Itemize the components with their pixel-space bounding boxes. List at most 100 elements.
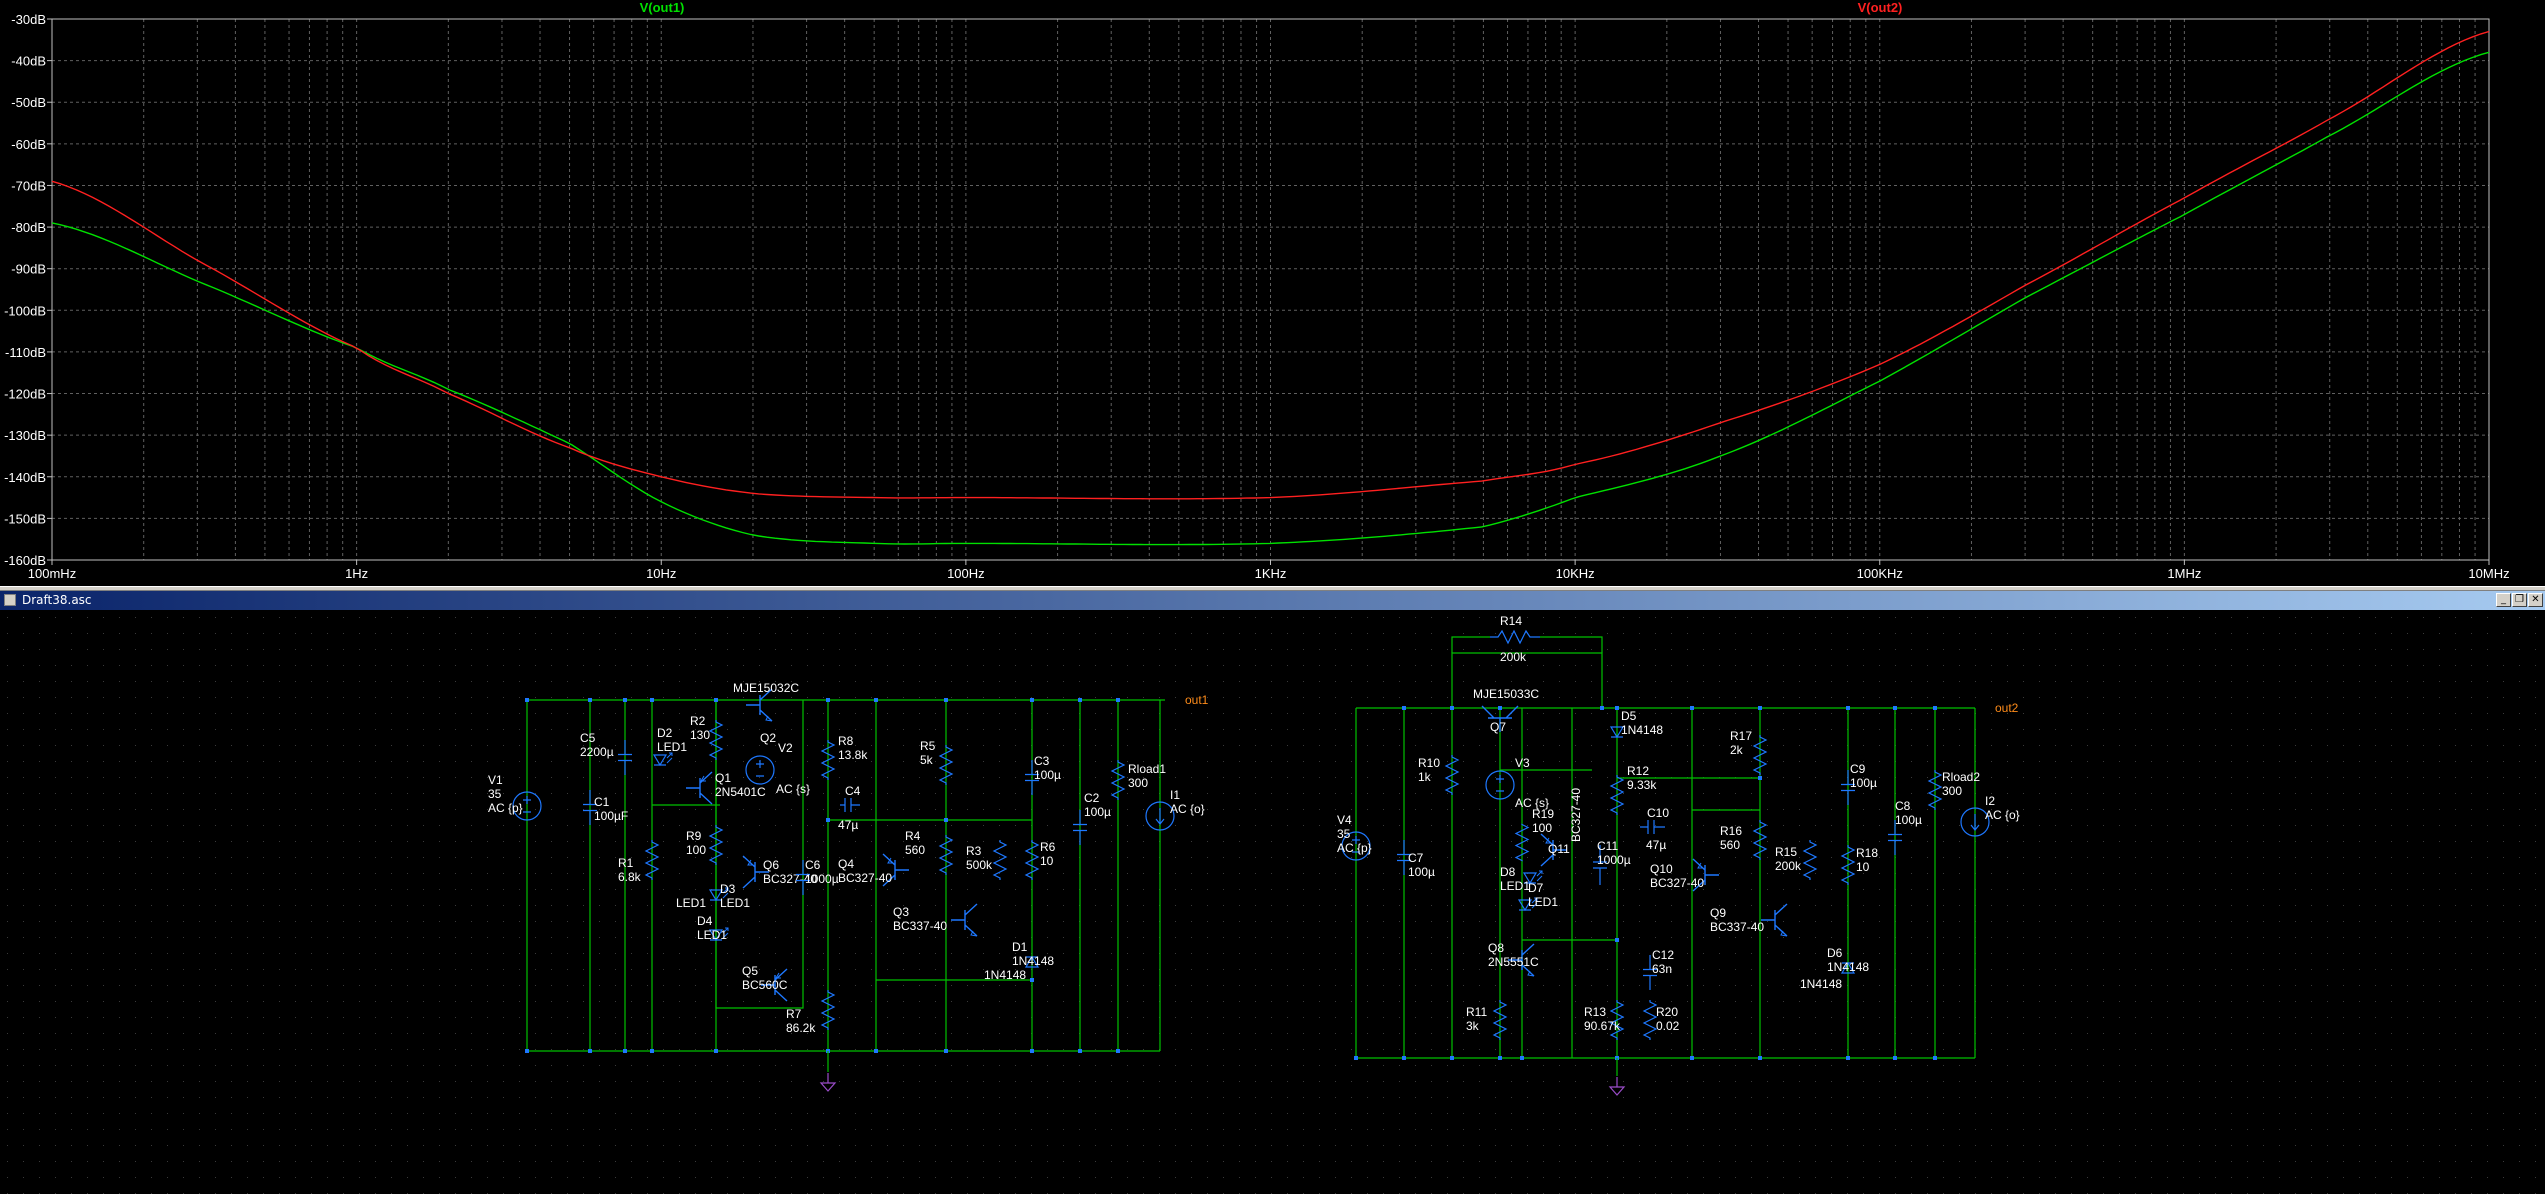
component-label: 560 <box>905 843 925 857</box>
schematic-titlebar[interactable]: Draft38.asc _ ❐ ✕ <box>0 591 2545 610</box>
component-label: 2200µ <box>580 745 614 759</box>
junction-dot <box>874 1049 878 1053</box>
component-label: C4 <box>845 784 861 798</box>
y-tick-label: -90dB <box>11 262 46 277</box>
x-axis-ticks: 100mHz 1Hz 10Hz 100Hz 1KHz 10KHz 100KHz 1MHz 10M… <box>28 560 2510 581</box>
junction-dot <box>1758 1056 1762 1060</box>
junction-dot <box>1116 698 1120 702</box>
component-label: R3 <box>966 844 982 858</box>
component-label: 86.2k <box>786 1021 816 1035</box>
component-label: D8 <box>1500 865 1516 879</box>
junction-dot <box>588 698 592 702</box>
junction-dot <box>1758 706 1762 710</box>
component-label: AC {p} <box>1337 841 1372 855</box>
junction-dot <box>944 1049 948 1053</box>
component-label: 100 <box>686 843 706 857</box>
component-label: 300 <box>1942 784 1962 798</box>
component-label: BC327-40 <box>1569 788 1583 842</box>
component-label: C7 <box>1408 851 1424 865</box>
component-label: 63n <box>1652 962 1672 976</box>
component-label: R6 <box>1040 840 1056 854</box>
component-label: 100µ <box>1895 813 1922 827</box>
junction-dot <box>623 1049 627 1053</box>
component-label: R5 <box>920 739 936 753</box>
y-tick-label: -140dB <box>4 470 46 485</box>
trace-label-vout2[interactable]: V(out2) <box>1858 0 1903 15</box>
component-label: R19 <box>1532 807 1554 821</box>
component-label: Rload1 <box>1128 762 1166 776</box>
component-label: R1 <box>618 856 634 870</box>
component-label: V4 <box>1337 813 1352 827</box>
component-label: LED1 <box>1528 895 1558 909</box>
component-label: Q4 <box>838 857 854 871</box>
junction-dot <box>826 818 830 822</box>
junction-dot <box>1498 1056 1502 1060</box>
component-label: AC {o} <box>1985 808 2020 822</box>
junction-dot <box>1520 1056 1524 1060</box>
y-tick-label: -150dB <box>4 511 46 526</box>
y-tick-label: -110dB <box>5 345 46 360</box>
junction-dot <box>1030 978 1034 982</box>
y-tick-label: -40dB <box>11 54 46 69</box>
component-label: C5 <box>580 731 596 745</box>
component-label: R14 <box>1500 614 1522 628</box>
component-label: Q1 <box>715 771 731 785</box>
component-label: R8 <box>838 734 854 748</box>
waveform-plot-pane[interactable]: -30dB -40dB -50dB -60dB -70dB -80dB -90dB -100d… <box>0 0 2545 586</box>
junction-dot <box>1893 1056 1897 1060</box>
junction-dot <box>1078 1049 1082 1053</box>
component-label: LED1 <box>697 928 727 942</box>
x-tick-label: 100KHz <box>1857 566 1903 581</box>
net-label-out2[interactable]: out2 <box>1995 701 2019 715</box>
component-label: Q5 <box>742 964 758 978</box>
component-label: 100µ <box>1850 776 1877 790</box>
component-label: D2 <box>657 726 673 740</box>
component-label: C1 <box>594 795 610 809</box>
component-label: R20 <box>1656 1005 1678 1019</box>
component-label: LED1 <box>720 896 750 910</box>
component-label: R15 <box>1775 845 1797 859</box>
restore-button[interactable]: ❐ <box>2512 593 2527 607</box>
component-label: R13 <box>1584 1005 1606 1019</box>
component-label: 35 <box>1337 827 1351 841</box>
y-tick-label: -70dB <box>11 178 46 193</box>
component-label: 10 <box>1040 854 1054 868</box>
component-label: 130 <box>690 728 710 742</box>
component-label: 500k <box>966 858 993 872</box>
component-label: 10 <box>1856 860 1870 874</box>
trace-legend: V(out1) V(out2) <box>640 0 1903 15</box>
net-label-out1[interactable]: out1 <box>1185 693 1209 707</box>
y-tick-label: -80dB <box>11 220 46 235</box>
junction-dot <box>714 698 718 702</box>
component-label: Q8 <box>1488 941 1504 955</box>
component-label: LED1 <box>1500 879 1530 893</box>
component-label: D6 <box>1827 946 1843 960</box>
component-label: Q11 <box>1548 842 1570 856</box>
component-label: 1k <box>1418 770 1432 784</box>
component-label: 100µ <box>1408 865 1435 879</box>
component-label: D4 <box>697 914 713 928</box>
component-label: MJE15033C <box>1473 687 1539 701</box>
x-tick-label: 10MHz <box>2468 566 2509 581</box>
schematic-canvas[interactable]: out1V135AC {p} C1100µFC52200µR16.8kD2LED1… <box>0 610 2545 1194</box>
x-tick-label: 1MHz <box>2167 566 2201 581</box>
minimize-button[interactable]: _ <box>2496 593 2511 607</box>
schematic-grid <box>0 610 2545 1194</box>
close-button[interactable]: ✕ <box>2528 593 2543 607</box>
x-tick-label: 1Hz <box>345 566 368 581</box>
component-label: R9 <box>686 829 702 843</box>
component-label: 1000µ <box>805 872 839 886</box>
schematic-window[interactable]: Draft38.asc _ ❐ ✕ out1 V1 35 AC {p} C1 100µF C… <box>0 591 2545 1194</box>
trace-label-vout1[interactable]: V(out1) <box>640 0 685 15</box>
junction-dot <box>1402 706 1406 710</box>
junction-dot <box>1933 1056 1937 1060</box>
component-label: 560 <box>1720 838 1740 852</box>
component-label: I1 <box>1170 788 1180 802</box>
x-tick-label: 10Hz <box>646 566 676 581</box>
junction-dot <box>525 1049 529 1053</box>
component-label: 100µ <box>1034 768 1061 782</box>
junction-dot <box>1690 1056 1694 1060</box>
x-tick-label: 1KHz <box>1255 566 1287 581</box>
schematic-doc-icon <box>4 594 16 606</box>
waveform-plot[interactable]: -30dB -40dB -50dB -60dB -70dB -80dB -90dB -100d… <box>0 0 2545 586</box>
